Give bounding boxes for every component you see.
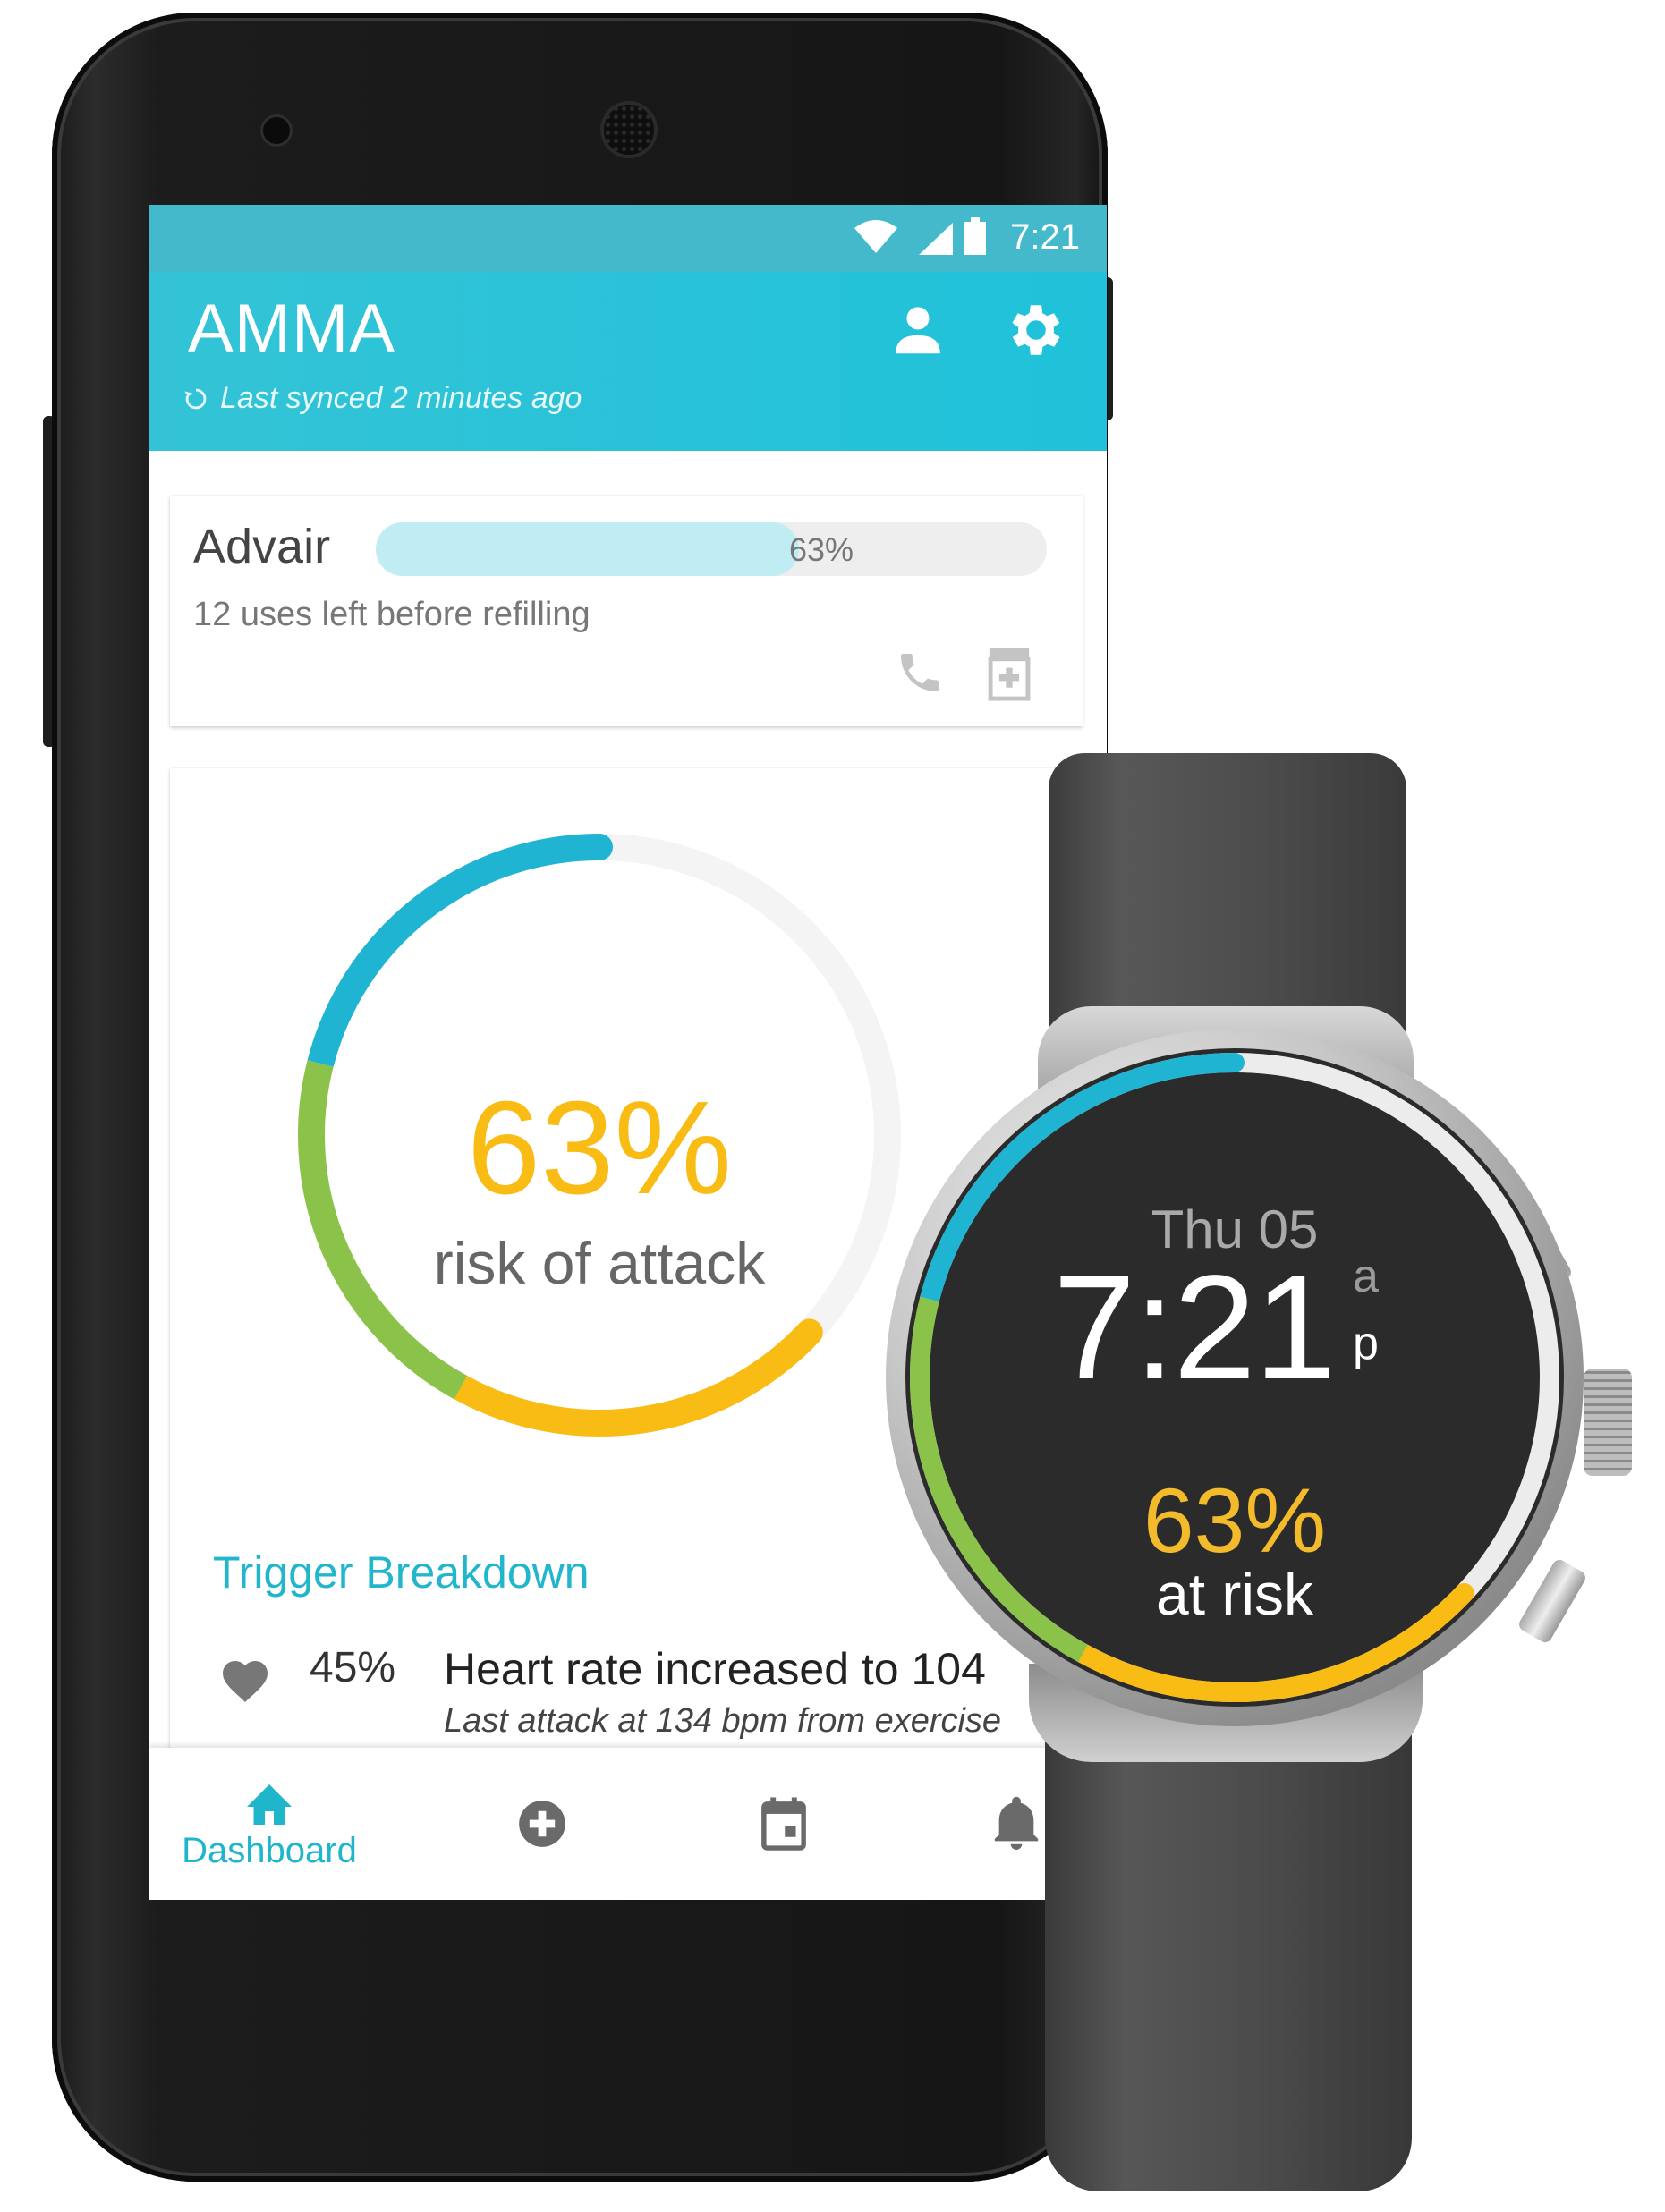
medication-card[interactable]: Advair 63% 12 uses left before refilling bbox=[170, 496, 1083, 726]
status-bar: 7:21 bbox=[149, 205, 1107, 272]
risk-center: 63% risk of attack bbox=[268, 804, 930, 1466]
calendar-icon bbox=[761, 1797, 806, 1851]
watch-pm-indicator: p bbox=[1353, 1318, 1379, 1369]
nav-add[interactable] bbox=[488, 1748, 596, 1900]
watch-am-indicator: a bbox=[1353, 1250, 1379, 1302]
risk-label: risk of attack bbox=[433, 1230, 766, 1296]
watch-face: Thu 05 7:21 a p 63% at risk bbox=[905, 1048, 1564, 1707]
medication-name: Advair bbox=[193, 520, 331, 573]
profile-icon[interactable] bbox=[887, 299, 949, 361]
trigger-percent: 45% bbox=[310, 1644, 396, 1691]
medication-refill-text: 12 uses left before refilling bbox=[193, 596, 590, 633]
front-camera bbox=[263, 117, 290, 144]
nav-dashboard-label: Dashboard bbox=[182, 1830, 357, 1870]
sync-icon bbox=[184, 388, 207, 409]
sync-text: Last synced 2 minutes ago bbox=[220, 381, 582, 415]
medication-level-fill bbox=[376, 522, 799, 576]
add-circle-icon bbox=[519, 1801, 565, 1847]
phone-call-icon[interactable] bbox=[895, 648, 945, 698]
battery-icon bbox=[964, 217, 986, 255]
earpiece-speaker bbox=[604, 105, 654, 155]
bell-icon bbox=[994, 1796, 1039, 1850]
trigger-detail: Last attack at 134 bpm from exercise bbox=[444, 1702, 1002, 1740]
app-title: AMMA bbox=[188, 291, 395, 367]
watch-risk-percent: 63% bbox=[1143, 1470, 1327, 1572]
watch-risk-label: at risk bbox=[1155, 1561, 1314, 1627]
sync-status: Last synced 2 minutes ago bbox=[181, 381, 582, 416]
nav-calendar[interactable] bbox=[730, 1748, 837, 1900]
trigger-breakdown-title: Trigger Breakdown bbox=[213, 1547, 590, 1598]
signal-icon bbox=[919, 223, 953, 255]
watch-crown[interactable] bbox=[1584, 1369, 1632, 1476]
settings-gear-icon[interactable] bbox=[1003, 297, 1069, 363]
app-bar: AMMA Last synced 2 minutes ago bbox=[149, 272, 1107, 451]
status-time: 7:21 bbox=[1010, 217, 1080, 257]
pharmacy-icon[interactable] bbox=[982, 646, 1036, 703]
medication-level-label: 63% bbox=[789, 531, 854, 568]
bottom-navigation: Dashboard bbox=[149, 1748, 1107, 1900]
medication-level-bar: 63% bbox=[376, 522, 1047, 576]
heart-icon bbox=[223, 1661, 268, 1702]
wifi-icon bbox=[854, 220, 897, 253]
watch-time: 7:21 bbox=[1053, 1245, 1337, 1411]
home-icon bbox=[247, 1784, 292, 1825]
risk-percent: 63% bbox=[466, 1074, 733, 1222]
nav-dashboard[interactable]: Dashboard bbox=[166, 1748, 372, 1900]
